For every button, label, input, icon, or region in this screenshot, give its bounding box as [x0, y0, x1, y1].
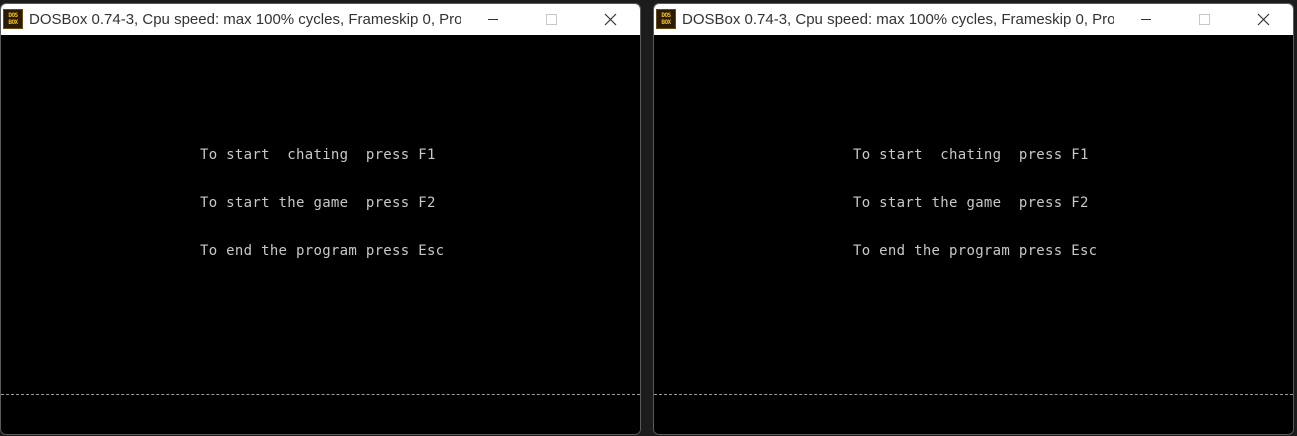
title-bar[interactable]: DOS BOX DOSBox 0.74-3, Cpu speed: max 10… — [654, 4, 1293, 35]
maximize-button[interactable] — [1175, 4, 1233, 35]
close-icon — [1257, 13, 1270, 26]
dosbox-window-left[interactable]: DOS BOX DOSBox 0.74-3, Cpu speed: max 10… — [0, 3, 641, 435]
title-bar[interactable]: DOS BOX DOSBox 0.74-3, Cpu speed: max 10… — [1, 4, 640, 35]
close-button[interactable] — [580, 4, 640, 35]
menu-line-exit: To end the program press Esc — [853, 243, 1098, 259]
dos-screen[interactable]: To start chating press F1 To start the g… — [1, 35, 640, 434]
status-divider — [654, 394, 1293, 395]
maximize-icon — [1199, 14, 1210, 25]
status-divider — [1, 394, 640, 395]
icon-text-bottom: BOX — [8, 19, 18, 26]
menu-line-chat: To start chating press F1 — [200, 147, 436, 163]
dosbox-window-right[interactable]: DOS BOX DOSBox 0.74-3, Cpu speed: max 10… — [653, 3, 1294, 435]
window-title: DOSBox 0.74-3, Cpu speed: max 100% cycle… — [682, 11, 1114, 28]
maximize-button[interactable] — [522, 4, 580, 35]
window-title: DOSBox 0.74-3, Cpu speed: max 100% cycle… — [29, 11, 461, 28]
minimize-icon — [488, 19, 498, 20]
menu-line-exit: To end the program press Esc — [200, 243, 445, 259]
close-button[interactable] — [1233, 4, 1293, 35]
minimize-button[interactable] — [1117, 4, 1175, 35]
menu-line-chat: To start chating press F1 — [853, 147, 1089, 163]
maximize-icon — [546, 14, 557, 25]
dos-screen[interactable]: To start chating press F1 To start the g… — [654, 35, 1293, 434]
minimize-icon — [1141, 19, 1151, 20]
dosbox-app-icon[interactable]: DOS BOX — [3, 9, 23, 29]
minimize-button[interactable] — [464, 4, 522, 35]
menu-line-game: To start the game press F2 — [853, 195, 1089, 211]
icon-text-top: DOS — [8, 12, 18, 19]
menu-line-game: To start the game press F2 — [200, 195, 436, 211]
close-icon — [604, 13, 617, 26]
icon-text-top: DOS — [661, 12, 671, 19]
icon-text-bottom: BOX — [661, 19, 671, 26]
dosbox-app-icon[interactable]: DOS BOX — [656, 9, 676, 29]
